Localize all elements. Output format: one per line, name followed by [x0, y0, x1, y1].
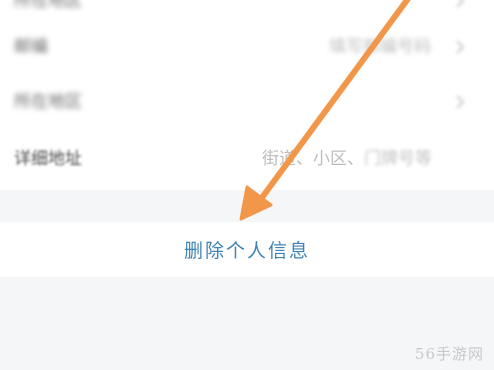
address-form-card: 所在地区 邮编 填写邮编号码 所在地区 详细地址 街道、小区、门牌号等 [0, 0, 494, 190]
row-label: 邮编 [14, 37, 48, 57]
chevron-right-icon [456, 95, 465, 109]
delete-section: 删除个人信息 [0, 222, 494, 277]
form-row-region[interactable]: 所在地区 [0, 76, 494, 130]
chevron-right-icon [456, 0, 465, 8]
row-value: 填写邮编号码 [329, 37, 431, 57]
form-row-postcode[interactable]: 邮编 填写邮编号码 [0, 20, 494, 74]
watermark-text: 56手游网 [414, 345, 484, 363]
row-label: 详细地址 [14, 149, 82, 169]
address-placeholder-faded: 门牌号等 [364, 149, 432, 169]
row-label: 所在地区 [14, 92, 82, 112]
address-input[interactable]: 街道、小区、门牌号等 [262, 149, 432, 169]
address-placeholder: 街道、小区、 [262, 149, 364, 169]
form-row-detailed-address[interactable]: 详细地址 街道、小区、门牌号等 [0, 132, 494, 186]
delete-personal-info-button[interactable]: 删除个人信息 [0, 222, 494, 277]
delete-button-label: 删除个人信息 [183, 240, 310, 262]
chevron-right-icon [456, 40, 465, 54]
row-label: 所在地区 [14, 0, 82, 11]
